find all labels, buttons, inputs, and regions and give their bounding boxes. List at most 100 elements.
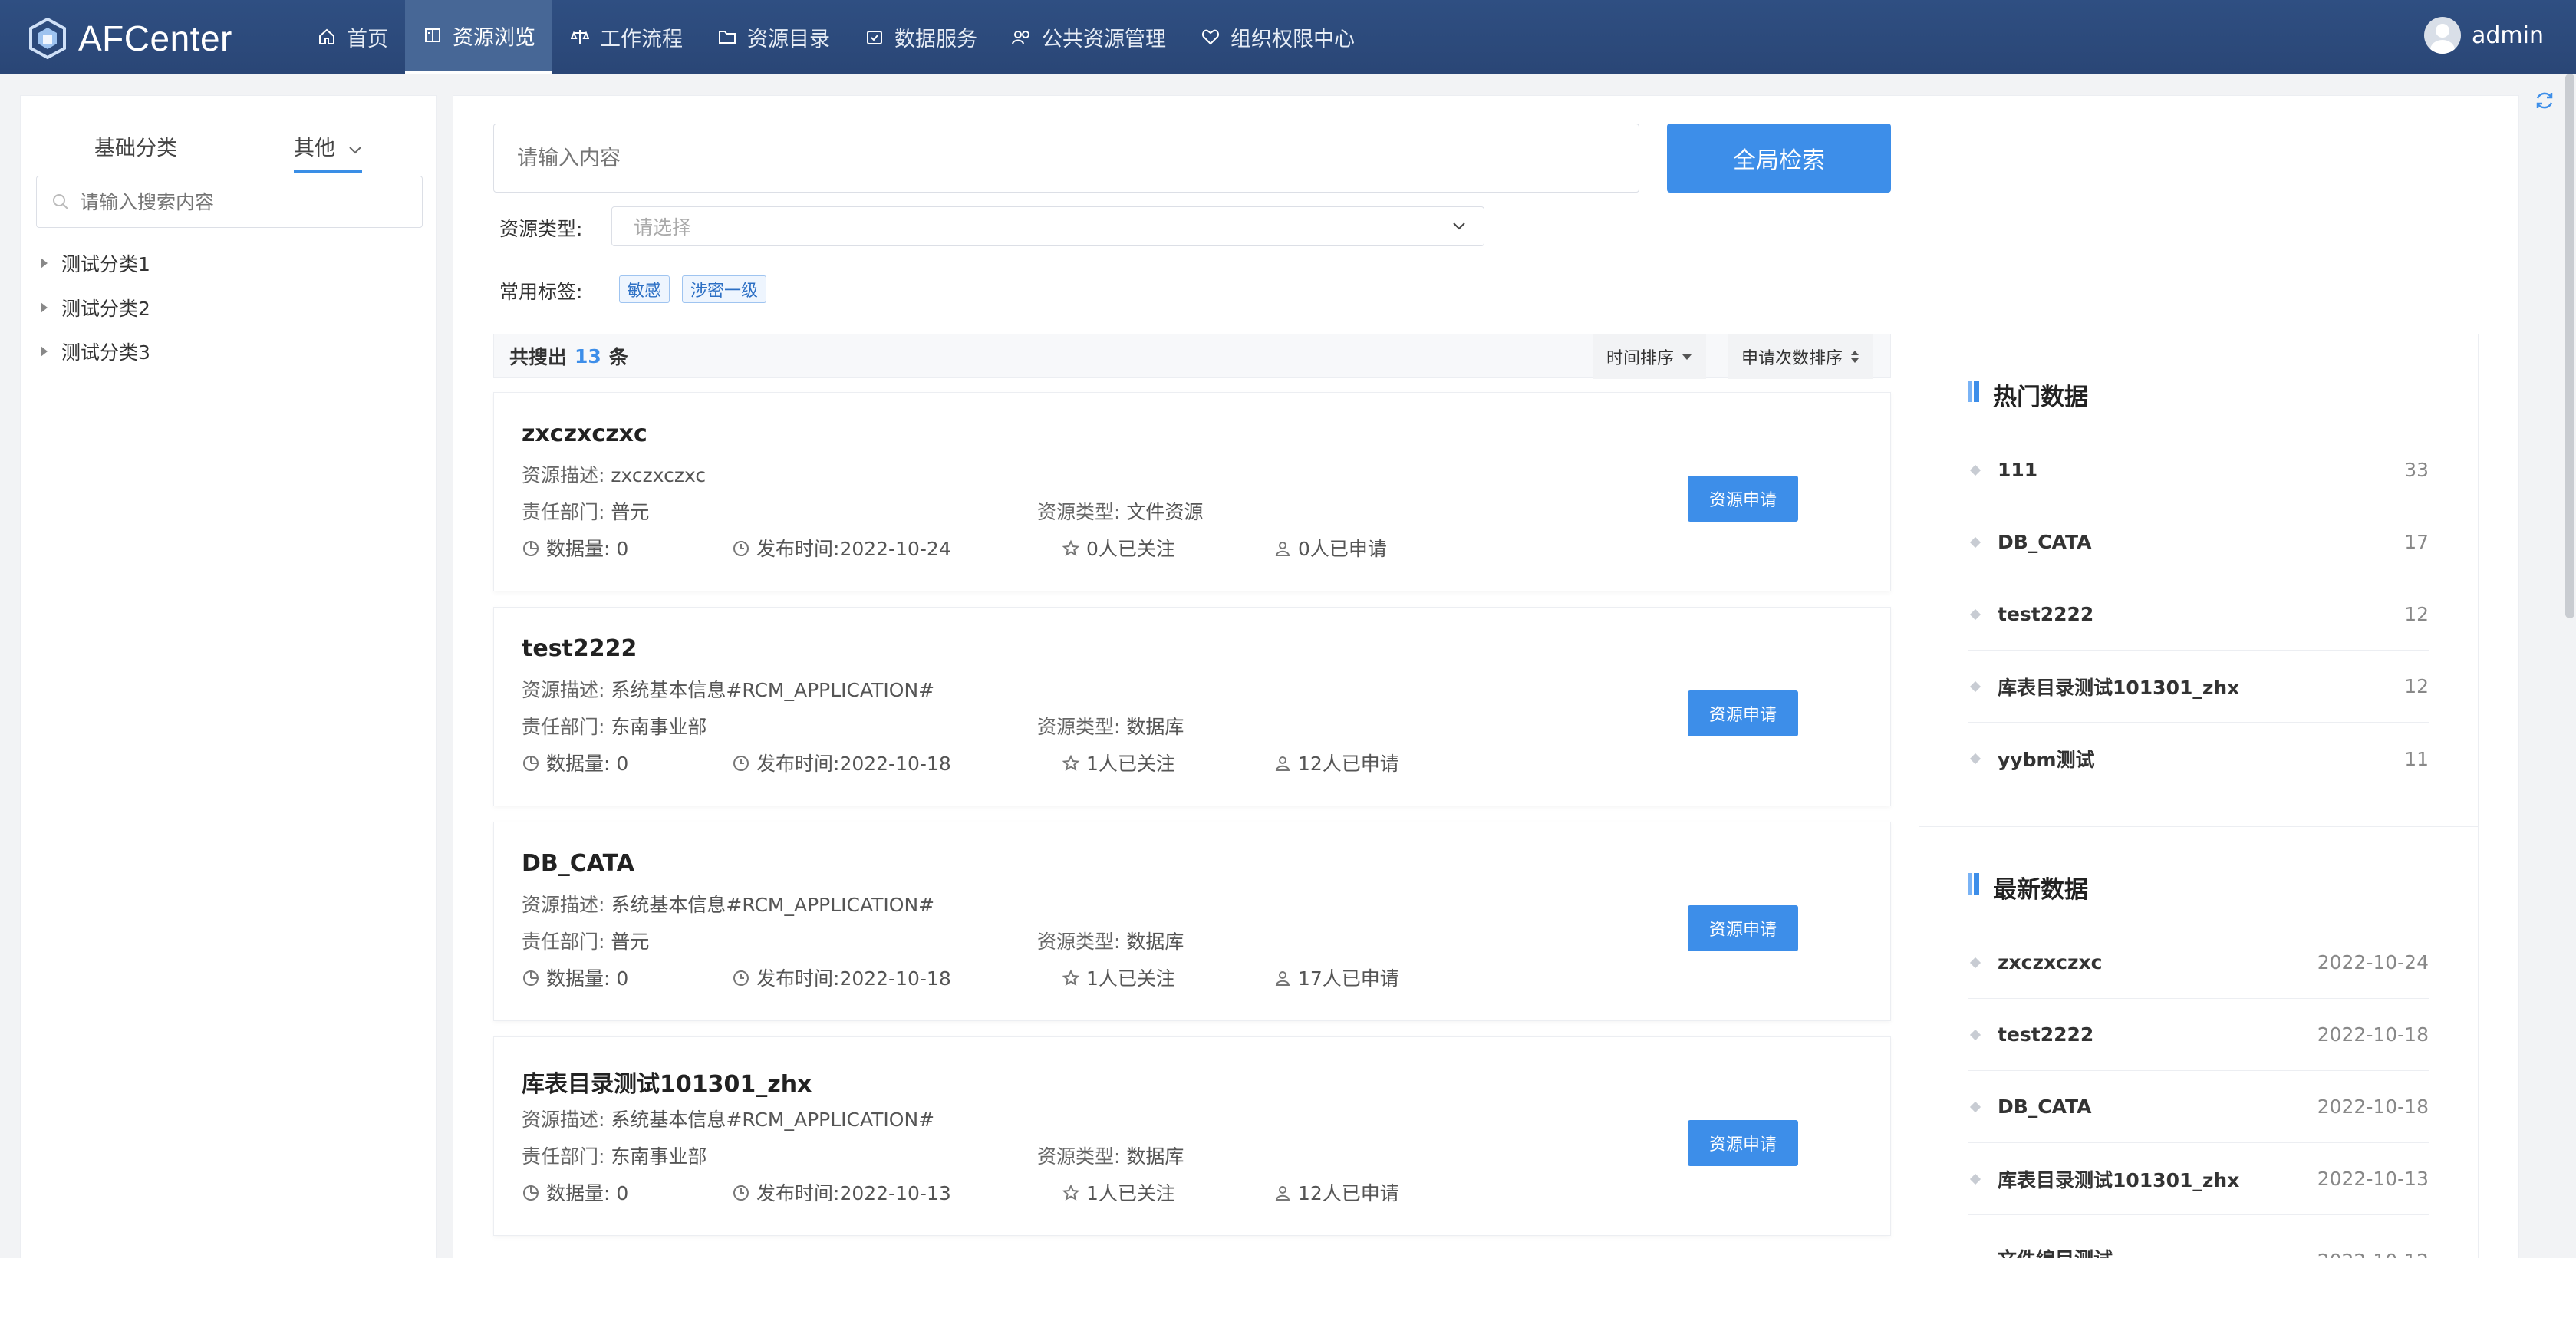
result-suffix: 条	[608, 346, 628, 368]
resource-card[interactable]: zxczxczxc 资源描述: zxczxczxc 责任部门: 普元 资源类型:…	[493, 392, 1891, 591]
resource-title[interactable]: 库表目录测试101301_zhx	[522, 1065, 812, 1099]
category-search[interactable]	[36, 176, 423, 228]
tab-label: 其他	[294, 137, 335, 160]
latest-item[interactable]: 文件编目测试2022-10-12	[1968, 1215, 2429, 1258]
page-scrollbar[interactable]	[2565, 74, 2574, 618]
section-marker	[1968, 381, 1979, 402]
folder-icon	[716, 26, 738, 48]
user-icon	[1275, 1186, 1290, 1201]
hot-item[interactable]: 111 33	[1968, 434, 2429, 506]
clock-icon	[733, 1185, 749, 1201]
chevron-down-icon	[348, 147, 361, 154]
tree-node-label: 测试分类2	[61, 298, 150, 320]
latest-item[interactable]: zxczxczxc 2022-10-24	[1968, 927, 2429, 999]
refresh-icon[interactable]	[2533, 89, 2556, 112]
heart-shield-icon	[1200, 26, 1221, 48]
resource-apply-button[interactable]: 资源申请	[1688, 905, 1798, 951]
latest-item[interactable]: 库表目录测试101301_zhx 2022-10-13	[1968, 1143, 2429, 1215]
resource-dept: 责任部门: 普元	[522, 931, 650, 953]
latest-item[interactable]: test2222 2022-10-18	[1968, 999, 2429, 1071]
diamond-icon	[1969, 608, 1981, 620]
resource-apply-button[interactable]: 资源申请	[1688, 690, 1798, 736]
nav-workflow[interactable]: 工作流程	[552, 0, 700, 74]
resource-publish-time: 发布时间:2022-10-13	[732, 1178, 951, 1206]
tree-node[interactable]: 测试分类1	[41, 249, 150, 277]
resource-desc: 资源描述: 系统基本信息#RCM_APPLICATION#	[522, 894, 935, 916]
top-nav: AFCenter 首页 资源浏览 工作流程 资源目录 数据服务 公共资源管理 组…	[0, 0, 2576, 74]
resource-desc: 资源描述: 系统基本信息#RCM_APPLICATION#	[522, 679, 935, 701]
resource-amount: 数据量: 0	[522, 534, 628, 562]
pie-chart-icon	[523, 541, 539, 556]
logo[interactable]: AFCenter	[28, 17, 232, 60]
nav-resource-browse[interactable]: 资源浏览	[405, 0, 552, 74]
hot-item[interactable]: DB_CATA 17	[1968, 506, 2429, 578]
nav-label: 公共资源管理	[1042, 27, 1166, 51]
global-search-input[interactable]	[517, 146, 1591, 170]
hot-item[interactable]: test2222 12	[1968, 578, 2429, 651]
nav-org-permission[interactable]: 组织权限中心	[1183, 0, 1372, 74]
sort-by-apply-count[interactable]: 申请次数排序	[1728, 334, 1874, 379]
clock-icon	[733, 541, 749, 556]
caret-right-icon[interactable]	[41, 302, 48, 313]
hot-item[interactable]: yybm测试 11	[1968, 723, 2429, 795]
diamond-icon	[1969, 464, 1981, 476]
global-search[interactable]	[493, 124, 1639, 193]
resource-type-select[interactable]: 请选择	[611, 206, 1484, 246]
resource-desc: 资源描述: 系统基本信息#RCM_APPLICATION#	[522, 1109, 935, 1131]
tag-sensitive[interactable]: 敏感	[619, 275, 670, 303]
result-prefix: 共搜出	[509, 346, 568, 368]
sort-label: 申请次数排序	[1741, 349, 1843, 368]
resource-dept: 责任部门: 普元	[522, 501, 650, 523]
tab-other[interactable]: 其他	[294, 131, 362, 173]
tag-secret-level-1[interactable]: 涉密一级	[682, 275, 767, 303]
caret-right-icon[interactable]	[41, 346, 48, 357]
tab-basic-category[interactable]: 基础分类	[94, 131, 177, 161]
nav-public-resource[interactable]: 公共资源管理	[994, 0, 1183, 74]
diamond-icon	[1969, 680, 1981, 692]
resource-publish-time: 发布时间:2022-10-18	[732, 964, 951, 991]
tree-node[interactable]: 测试分类3	[41, 338, 150, 365]
resource-desc: 资源描述: zxczxczxc	[522, 464, 707, 486]
resource-apply-button[interactable]: 资源申请	[1688, 476, 1798, 522]
tree-node[interactable]: 测试分类2	[41, 294, 150, 321]
global-search-button[interactable]: 全局检索	[1667, 124, 1891, 193]
caret-right-icon[interactable]	[41, 258, 48, 269]
resource-card[interactable]: test2222 资源描述: 系统基本信息#RCM_APPLICATION# 责…	[493, 607, 1891, 806]
resource-follow[interactable]: 0人已关注	[1062, 534, 1175, 562]
resource-follow[interactable]: 1人已关注	[1062, 964, 1175, 991]
resource-follow[interactable]: 1人已关注	[1062, 749, 1175, 776]
nav-label: 工作流程	[600, 27, 683, 51]
resource-publish-time: 发布时间:2022-10-24	[732, 534, 951, 562]
user-menu[interactable]: admin	[2424, 17, 2544, 54]
category-search-input[interactable]	[80, 190, 402, 213]
category-tabs: 基础分类 其他	[21, 119, 438, 173]
latest-item[interactable]: DB_CATA 2022-10-18	[1968, 1071, 2429, 1143]
nav-home[interactable]: 首页	[299, 0, 405, 74]
resource-title[interactable]: DB_CATA	[522, 850, 634, 877]
nav-data-service[interactable]: 数据服务	[847, 0, 994, 74]
resource-type: 资源类型: 文件资源	[1037, 501, 1204, 523]
resource-apply-button[interactable]: 资源申请	[1688, 1120, 1798, 1166]
resource-title[interactable]: zxczxczxc	[522, 420, 647, 447]
diamond-icon	[1969, 1029, 1981, 1040]
chevron-down-icon	[1453, 222, 1465, 230]
window-bottom	[0, 1258, 2576, 1318]
resource-follow[interactable]: 1人已关注	[1062, 1178, 1175, 1206]
sort-by-time[interactable]: 时间排序	[1593, 334, 1707, 379]
nav-label: 首页	[347, 27, 388, 51]
pie-chart-icon	[523, 756, 539, 771]
resource-applied: 17人已申请	[1273, 964, 1399, 991]
resource-card[interactable]: DB_CATA 资源描述: 系统基本信息#RCM_APPLICATION# 责任…	[493, 822, 1891, 1021]
resource-dept: 责任部门: 东南事业部	[522, 1145, 707, 1168]
resource-amount: 数据量: 0	[522, 749, 628, 776]
nav-catalog[interactable]: 资源目录	[700, 0, 847, 74]
star-icon	[1062, 1184, 1080, 1201]
nav-label: 数据服务	[894, 27, 977, 51]
hot-item[interactable]: 库表目录测试101301_zhx 12	[1968, 651, 2429, 723]
resource-title[interactable]: test2222	[522, 635, 637, 662]
result-summary: 共搜出 13 条 时间排序 申请次数排序	[493, 334, 1891, 379]
resource-card[interactable]: 库表目录测试101301_zhx 资源描述: 系统基本信息#RCM_APPLIC…	[493, 1036, 1891, 1236]
star-icon	[1062, 754, 1080, 772]
user-icon	[1275, 971, 1290, 986]
resource-type: 资源类型: 数据库	[1037, 931, 1184, 953]
